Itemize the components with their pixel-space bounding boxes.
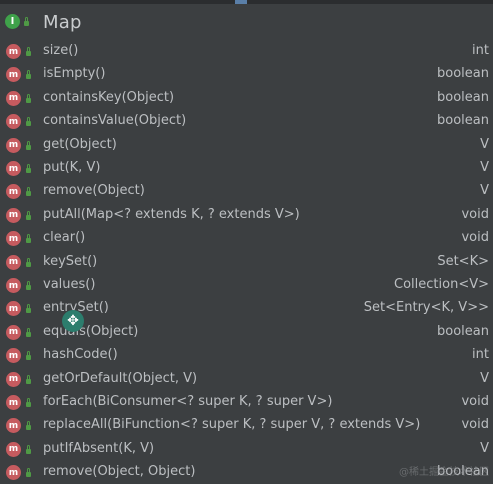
- public-access-icon: [26, 70, 31, 80]
- public-access-icon: [26, 304, 31, 314]
- method-signature: clear(): [43, 230, 86, 246]
- method-row[interactable]: m replaceAll(BiFunction<? super K, ? supe…: [0, 414, 493, 437]
- method-signature: remove(Object): [43, 183, 145, 199]
- method-return-type: void: [461, 230, 489, 246]
- public-access-icon: [26, 444, 31, 454]
- method-icon: m: [6, 44, 21, 59]
- method-row[interactable]: m isEmpty() boolean: [0, 63, 493, 86]
- public-access-icon: [24, 17, 29, 26]
- method-icon: m: [6, 441, 21, 457]
- method-signature: equals(Object): [43, 323, 139, 339]
- method-signature: isEmpty(): [43, 66, 106, 82]
- method-icon: m: [6, 371, 21, 387]
- method-row[interactable]: m put(K, V) V: [0, 157, 493, 180]
- public-access-icon: [26, 327, 31, 337]
- method-signature: containsKey(Object): [43, 89, 175, 105]
- method-return-type: boolean: [437, 113, 489, 129]
- public-access-icon: [26, 234, 31, 244]
- method-icon: m: [6, 301, 21, 317]
- method-row[interactable]: m putIfAbsent(K, V) V: [0, 438, 493, 461]
- method-return-type: boolean: [437, 89, 489, 105]
- method-return-type: V: [480, 160, 489, 175]
- method-signature: forEach(BiConsumer<? super K, ? super V>…: [43, 394, 333, 409]
- method-icon: m: [6, 90, 21, 106]
- public-access-icon: [26, 187, 31, 197]
- method-signature: values(): [43, 277, 96, 292]
- method-signature: get(Object): [43, 136, 117, 152]
- method-return-type: void: [461, 394, 489, 409]
- method-icon: m: [6, 231, 21, 247]
- method-icon: m: [6, 114, 21, 130]
- method-return-type: V: [480, 370, 489, 386]
- public-access-icon: [26, 140, 31, 150]
- method-return-type: boolean: [437, 66, 489, 82]
- method-signature: put(K, V): [43, 160, 101, 175]
- public-access-icon: [26, 374, 31, 384]
- method-signature: putAll(Map<? extends K, ? extends V>): [43, 206, 300, 222]
- method-icon: m: [6, 465, 21, 481]
- public-access-icon: [26, 351, 31, 361]
- public-access-icon: [26, 468, 31, 478]
- method-return-type: V: [480, 183, 489, 199]
- public-access-icon: [26, 421, 31, 431]
- method-return-type: V: [480, 136, 489, 152]
- method-return-type: int: [472, 43, 489, 58]
- method-icon: m: [6, 418, 21, 434]
- method-row[interactable]: m keySet() Set<K>: [0, 251, 493, 274]
- method-signature: remove(Object, Object): [43, 464, 196, 480]
- method-signature: getOrDefault(Object, V): [43, 370, 198, 386]
- method-row[interactable]: m getOrDefault(Object, V) V: [0, 368, 493, 391]
- method-icon: m: [6, 67, 21, 83]
- method-signature: keySet(): [43, 253, 98, 269]
- method-signature: putIfAbsent(K, V): [43, 440, 155, 456]
- method-icon: m: [6, 278, 21, 293]
- public-access-icon: [26, 93, 31, 103]
- public-access-icon: [26, 210, 31, 220]
- method-signature: replaceAll(BiFunction<? super K, ? super…: [43, 417, 421, 433]
- method-return-type: Set<Entry<K, V>>: [363, 300, 489, 316]
- method-row[interactable]: m containsKey(Object) boolean: [0, 87, 493, 110]
- watermark: @稀土掘金技术社区: [399, 467, 489, 478]
- method-icon: m: [6, 184, 21, 200]
- method-row[interactable]: m clear() void: [0, 227, 493, 250]
- method-icon: m: [6, 207, 21, 223]
- method-row[interactable]: m hashCode() int: [0, 344, 493, 367]
- structure-header: I Map: [0, 4, 493, 38]
- method-icon: m: [6, 348, 21, 364]
- method-row[interactable]: m size() int: [0, 40, 493, 63]
- method-icon: m: [6, 254, 21, 270]
- method-return-type: void: [461, 417, 489, 433]
- method-return-type: boolean: [437, 323, 489, 339]
- method-row[interactable]: m forEach(BiConsumer<? super K, ? super V…: [0, 391, 493, 414]
- method-icon: m: [6, 324, 21, 340]
- method-row[interactable]: m get(Object) V: [0, 134, 493, 157]
- public-access-icon: [26, 47, 31, 56]
- method-return-type: Set<K>: [437, 253, 489, 269]
- interface-icon: I: [5, 14, 20, 29]
- method-signature: containsValue(Object): [43, 113, 187, 129]
- interface-title: Map: [43, 12, 82, 33]
- public-access-icon: [26, 257, 31, 267]
- method-return-type: Collection<V>: [394, 277, 489, 292]
- method-icon: m: [6, 395, 21, 410]
- method-signature: size(): [43, 43, 79, 58]
- method-row[interactable]: m remove(Object) V: [0, 180, 493, 203]
- method-row[interactable]: m putAll(Map<? extends K, ? extends V>) vo…: [0, 204, 493, 227]
- move-cursor-icon: ✥: [62, 310, 84, 332]
- method-signature: hashCode(): [43, 347, 118, 363]
- method-row[interactable]: m values() Collection<V>: [0, 274, 493, 297]
- method-return-type: V: [480, 440, 489, 456]
- public-access-icon: [26, 164, 31, 173]
- public-access-icon: [26, 281, 31, 290]
- method-return-type: void: [461, 206, 489, 222]
- method-return-type: int: [472, 347, 489, 363]
- method-icon: m: [6, 137, 21, 153]
- method-icon: m: [6, 161, 21, 176]
- public-access-icon: [26, 398, 31, 407]
- method-row[interactable]: m containsValue(Object) boolean: [0, 110, 493, 133]
- public-access-icon: [26, 117, 31, 127]
